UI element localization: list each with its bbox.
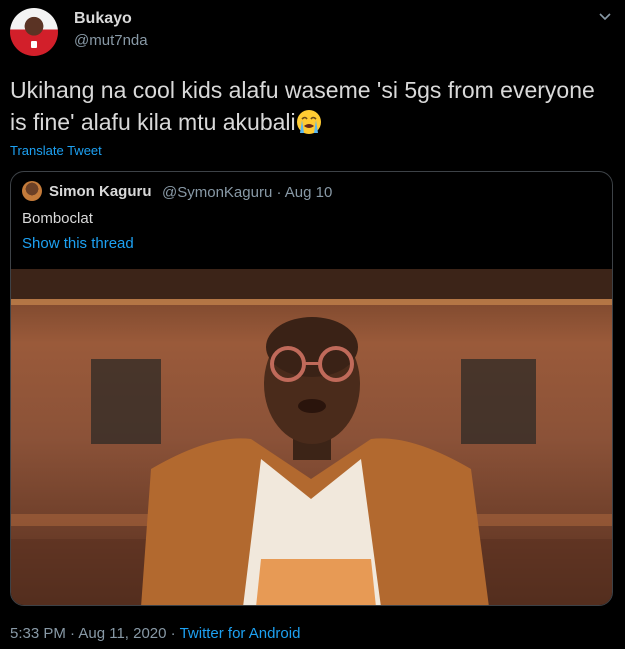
quoted-author-name[interactable]: Simon Kaguru [49,183,152,200]
quoted-author-avatar[interactable] [22,181,42,201]
quoted-tweet-text: Bomboclat [22,210,93,227]
author-name[interactable]: Bukayo [74,10,132,28]
translate-tweet-link[interactable]: Translate Tweet [10,143,102,158]
loudly-crying-face-icon [296,110,321,134]
author-handle[interactable]: @mut7nda [74,32,148,49]
jersey-crest-icon [31,41,37,48]
quoted-author-meta: @SymonKaguru · Aug 10 [162,184,333,201]
tweet-source-link[interactable]: Twitter for Android [180,625,301,642]
chevron-down-icon[interactable] [598,10,612,24]
tweet-timestamp[interactable]: 5:33 PM · Aug 11, 2020 · [10,625,180,642]
tweet-text: Ukihang na cool kids alafu waseme 'si 5g… [10,74,610,138]
quoted-tweet-card[interactable]: Simon Kaguru @SymonKaguru · Aug 10 Bombo… [10,171,613,606]
video-frame-image [11,269,612,605]
author-avatar[interactable] [10,8,58,56]
show-thread-link[interactable]: Show this thread [22,235,134,252]
tweet-footer: 5:33 PM · Aug 11, 2020 · Twitter for And… [10,625,300,642]
video-thumbnail[interactable] [11,269,612,605]
